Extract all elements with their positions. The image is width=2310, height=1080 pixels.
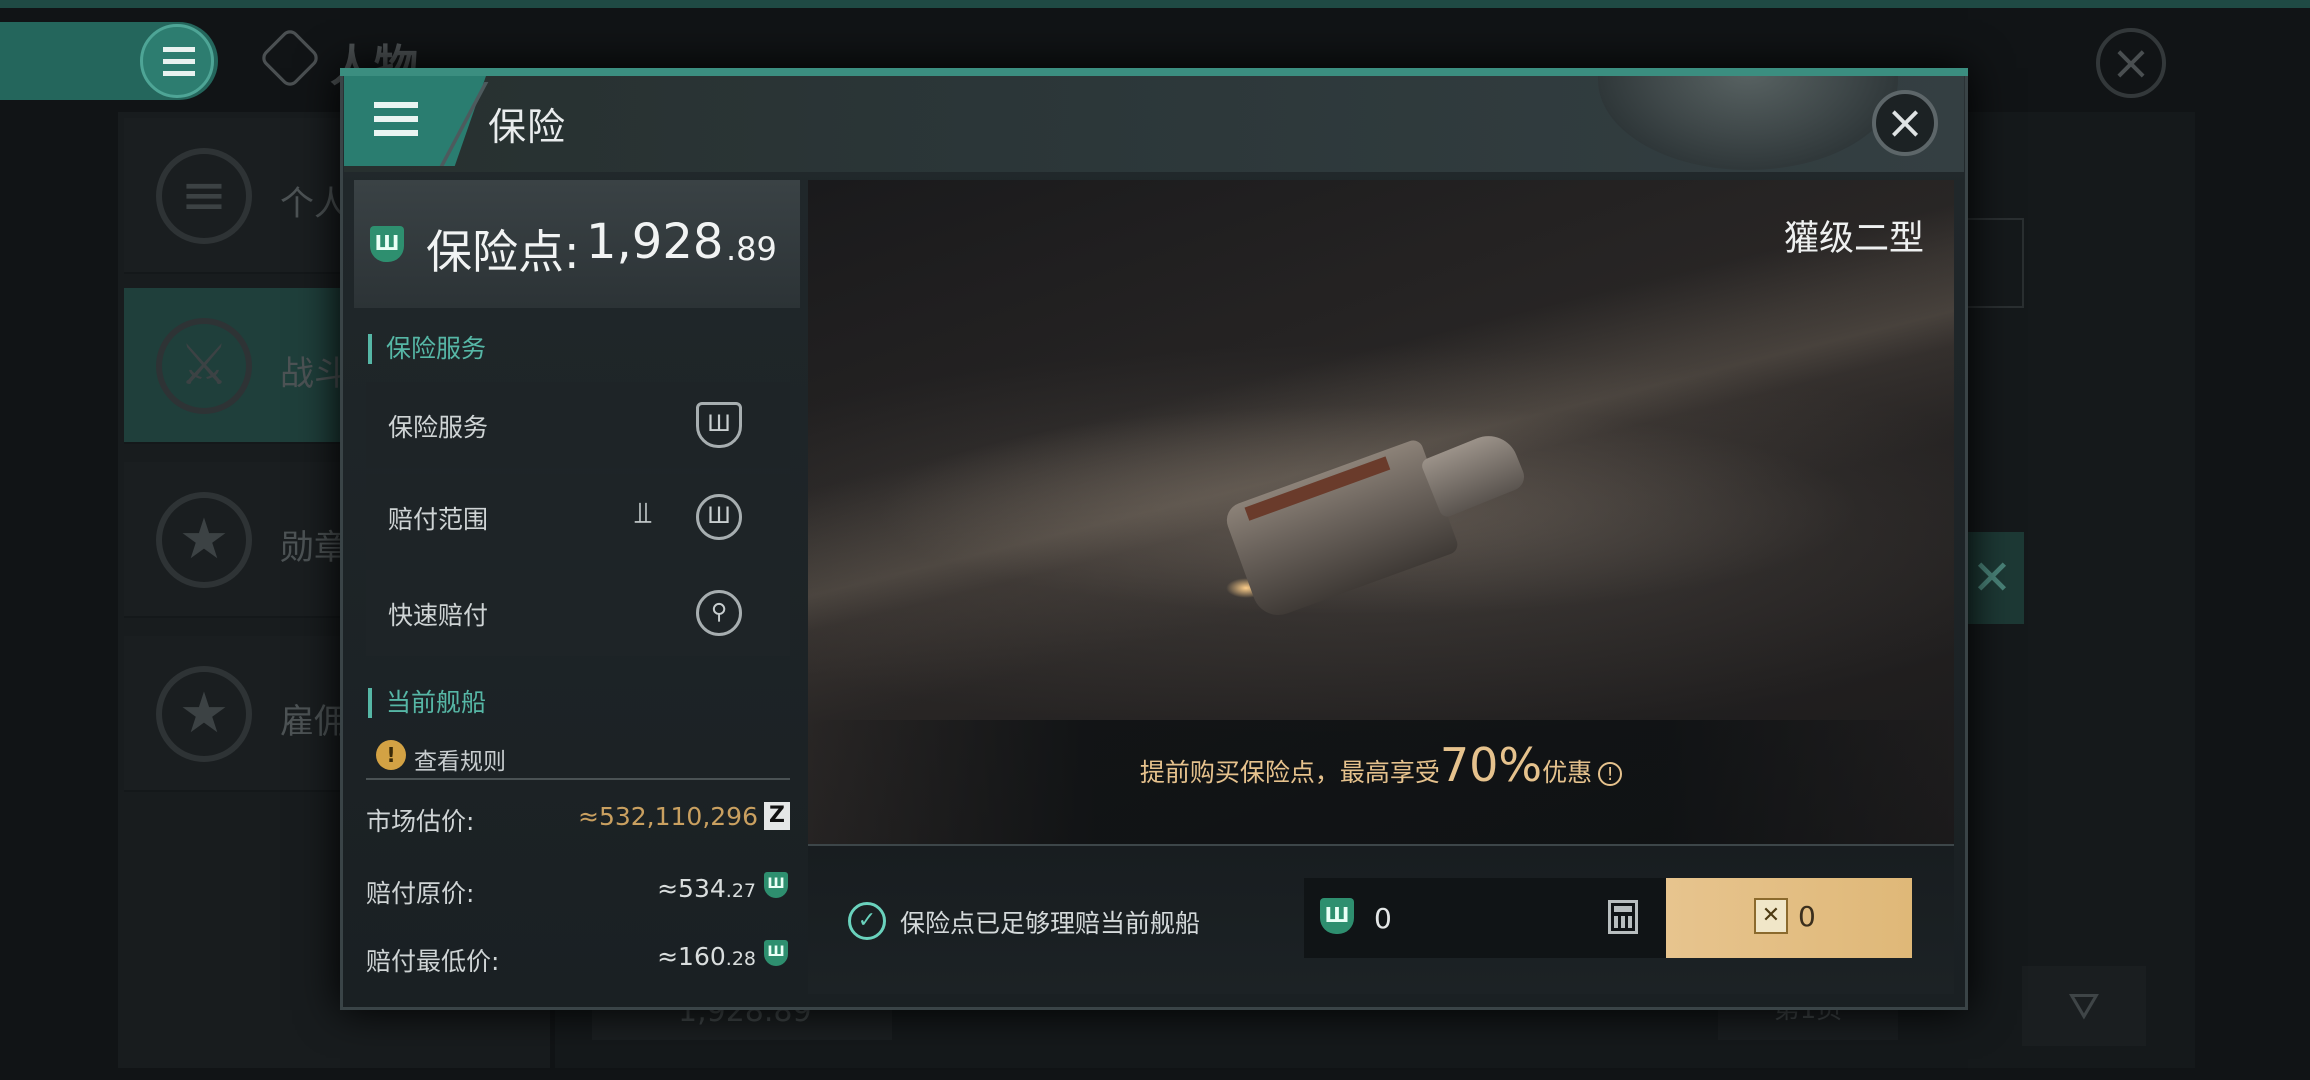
currency-x-icon: ✕ [1754, 898, 1788, 934]
service-label: 快速赔付 [388, 601, 489, 630]
star-badge-icon: ★ [156, 492, 252, 588]
insurance-shield-icon: Ш [764, 940, 788, 966]
filter-icon[interactable]: ⛛ [2022, 966, 2146, 1046]
promo-percent: 70% [1439, 738, 1543, 792]
insurance-shield-icon: Ш [764, 872, 788, 898]
ship-name: 獾级二型 [1783, 219, 1924, 259]
points-integer: 1,928 [586, 214, 724, 270]
calculator-icon[interactable] [1608, 900, 1638, 934]
service-row-insurance[interactable]: 保险服务 Ш [366, 382, 790, 468]
modal-accent-line [340, 68, 1968, 76]
menu-icon [374, 102, 418, 144]
fleet-coverage-icon: ⫫ [634, 496, 652, 531]
warning-icon: ! [376, 740, 406, 770]
amount-value[interactable]: 0 [1374, 902, 1392, 935]
menu-icon [140, 24, 214, 98]
shield-insurance-icon: Ш [696, 402, 742, 448]
info-icon[interactable]: ! [1598, 762, 1623, 786]
quick-claim-icon: ⚲ [696, 590, 742, 636]
claim-minimum-decimal: .28 [725, 948, 756, 970]
star-circle-icon: ★ [156, 666, 252, 762]
promo-suffix: 优惠 [1542, 758, 1593, 787]
ship-preview: 獾级二型 提前购买保险点，最高享受70%优惠! [808, 180, 1954, 844]
claim-original-label: 赔付原价: [366, 879, 475, 908]
divider [366, 778, 790, 780]
claim-original-decimal: .27 [725, 880, 756, 902]
status-text: 保险点已足够理赔当前舰船 [900, 909, 1201, 938]
market-price-label: 市场估价: [366, 807, 475, 836]
modal-title: 保险 [488, 105, 567, 149]
claim-minimum-label: 赔付最低价: [366, 947, 500, 976]
character-icon [258, 26, 322, 90]
ship-section-title: 当前舰船 [368, 688, 486, 718]
side-item-label: 个人 [280, 184, 348, 224]
claim-minimum-value: ≈160.28 [657, 942, 756, 971]
top-accent-line [0, 0, 2310, 8]
main-menu-button[interactable] [0, 22, 218, 100]
side-item-label: 勋章 [280, 528, 348, 568]
promo-prefix: 提前购买保险点，最高享受 [1139, 758, 1440, 787]
isk-z-icon: Z [764, 802, 790, 830]
insurance-shield-icon: Ш [370, 226, 404, 262]
service-label: 赔付范围 [388, 505, 489, 534]
shield-circle-icon: Ш [696, 494, 742, 540]
claim-original-integer: ≈534 [657, 874, 726, 903]
close-button[interactable]: × [1872, 90, 1938, 156]
insurance-shield-icon: Ш [1320, 898, 1354, 934]
service-row-quick-claim[interactable]: 快速赔付 ⚲ [366, 570, 790, 656]
points-decimal: .89 [726, 230, 777, 268]
buy-button[interactable]: ✕ 0 [1666, 878, 1912, 958]
crossed-swords-icon: ⚔ [156, 318, 252, 414]
service-label: 保险服务 [388, 413, 489, 442]
points-label: 保险点: [426, 225, 580, 279]
service-section-title: 保险服务 [368, 334, 486, 364]
background-action-button[interactable]: ✕ [1960, 532, 2024, 624]
claim-minimum-integer: ≈160 [657, 942, 726, 971]
menu-icon: ≡ [156, 148, 252, 244]
buy-price: 0 [1798, 900, 1816, 933]
market-price-value: ≈532,110,296 [578, 802, 758, 831]
check-icon: ✓ [848, 902, 886, 940]
view-rules-link[interactable]: 查看规则 [414, 742, 506, 776]
claim-original-value: ≈534.27 [657, 874, 756, 903]
side-item-label: 雇佣 [280, 702, 348, 742]
promo-text: 提前购买保险点，最高享受70%优惠! [808, 738, 1954, 792]
service-row-coverage[interactable]: 赔付范围 ⫫ Ш [366, 474, 790, 560]
page-close-button[interactable]: × [2096, 28, 2166, 98]
side-item-label: 战斗 [280, 354, 348, 394]
